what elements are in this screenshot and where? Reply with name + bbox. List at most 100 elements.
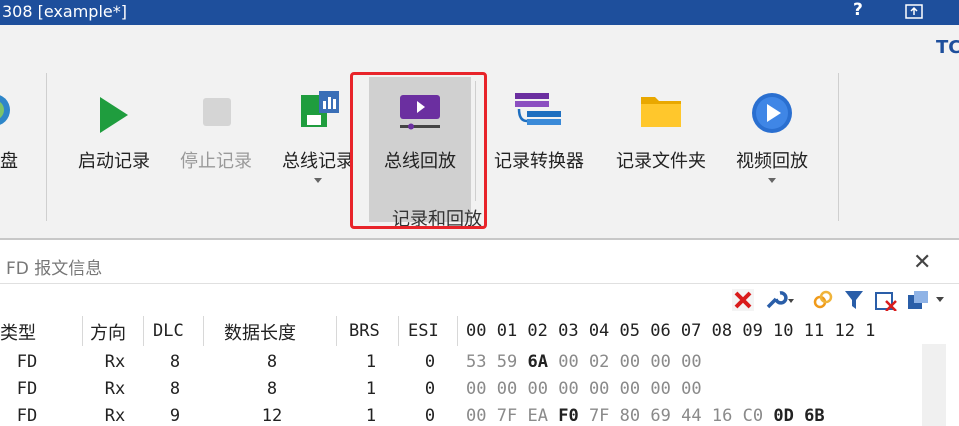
stop-record-label: 停止记录 — [180, 151, 252, 172]
record-folder-label: 记录文件夹 — [616, 151, 706, 172]
hex-byte: 00 — [558, 352, 579, 372]
cell-esi: 0 — [424, 352, 436, 372]
hex-byte: C0 — [742, 406, 764, 426]
hex-byte: 00 — [466, 379, 487, 399]
title-bar: 308 [example*] ? — [0, 0, 959, 25]
column-header-direction[interactable]: 方向 — [90, 319, 126, 345]
cell-hex-bytes: 53 59 6A 00 02 00 00 00 — [466, 352, 702, 372]
window-title: 308 [example*] — [2, 2, 127, 21]
ribbon-separator — [838, 73, 839, 221]
restore-window-icon[interactable] — [904, 2, 924, 20]
panel-title: FD 报文信息 — [6, 259, 103, 279]
hex-byte: 00 — [681, 379, 702, 399]
hex-byte: 7F — [496, 406, 518, 426]
cell-direction: Rx — [104, 379, 126, 399]
fd-message-panel: FD 报文信息 ✕ 类型 方向 DLC 数据长度 BRS ESI 00 01 0… — [0, 238, 959, 426]
cell-data-length: 8 — [266, 379, 278, 399]
cell-brs: 1 — [365, 379, 377, 399]
cell-esi: 0 — [424, 379, 436, 399]
hex-byte: 16 — [711, 406, 733, 426]
bus-log-label: 总线记录 — [282, 151, 354, 172]
hex-byte: 00 — [619, 379, 641, 399]
clear-filter-icon[interactable] — [874, 289, 898, 311]
start-record-label: 启动记录 — [78, 151, 150, 172]
hex-byte: 00 — [650, 379, 671, 399]
column-divider[interactable] — [203, 316, 204, 346]
cell-data-length: 8 — [266, 352, 278, 372]
hex-byte: 00 — [619, 352, 641, 372]
hex-byte: 02 — [588, 352, 610, 372]
help-button[interactable]: ? — [853, 0, 863, 20]
cell-brs: 1 — [365, 406, 377, 426]
column-divider[interactable] — [336, 316, 337, 346]
panel-header: FD 报文信息 ✕ — [0, 240, 959, 284]
hex-byte: 00 — [496, 379, 518, 399]
hex-byte: 44 — [681, 406, 702, 426]
column-divider[interactable] — [457, 316, 458, 346]
hex-byte: 0D — [773, 406, 794, 426]
hex-byte: EA — [527, 406, 548, 426]
clear-icon[interactable] — [732, 289, 754, 311]
column-header-esi[interactable]: ESI — [408, 321, 439, 341]
column-header-type[interactable]: 类型 — [0, 319, 36, 345]
table-row[interactable]: FD Rx 8 8 1 0 53 59 6A 00 02 00 00 00 — [0, 349, 946, 376]
cell-type: FD — [16, 406, 38, 426]
cell-direction: Rx — [104, 406, 126, 426]
hex-byte: 53 — [466, 352, 487, 372]
table-row[interactable]: FD Rx 8 8 1 0 00 00 00 00 00 00 00 00 — [0, 376, 946, 403]
cell-brs: 1 — [365, 352, 377, 372]
stop-icon — [203, 98, 231, 126]
highlight-annotation — [350, 72, 487, 229]
column-header-dlc[interactable]: DLC — [153, 321, 184, 341]
hex-byte: 6A — [527, 352, 548, 372]
video-replay-label: 视频回放 — [736, 151, 808, 172]
bus-log-dropdown-icon[interactable] — [314, 178, 322, 183]
ribbon-separator — [46, 73, 47, 221]
video-play-icon — [752, 93, 792, 133]
hex-byte: 00 — [681, 352, 702, 372]
cell-type: FD — [16, 379, 38, 399]
ribbon-corner-text: TC — [936, 37, 959, 58]
column-divider[interactable] — [398, 316, 399, 346]
table-row[interactable]: FD Rx 9 12 1 0 00 7F EA F0 7F 80 69 44 1… — [0, 403, 946, 426]
hex-byte: 69 — [650, 406, 671, 426]
hex-byte: 00 — [466, 406, 487, 426]
partial-tool-icon[interactable] — [0, 90, 14, 130]
column-divider[interactable] — [82, 316, 83, 346]
cell-hex-bytes: 00 7F EA F0 7F 80 69 44 16 C0 0D 6B — [466, 406, 825, 426]
play-icon — [100, 97, 128, 133]
ribbon: TC 盘 启动记录 停止记录 总线记录 总线回放 记录转换器 记录文件夹 视频回… — [0, 25, 959, 238]
bus-log-icon — [301, 91, 339, 127]
converter-icon — [515, 93, 561, 125]
cell-hex-bytes: 00 00 00 00 00 00 00 00 — [466, 379, 702, 399]
video-replay-dropdown-icon[interactable] — [768, 178, 776, 183]
hex-byte: 80 — [619, 406, 641, 426]
cell-esi: 0 — [424, 406, 436, 426]
hex-byte: 6B — [804, 406, 825, 426]
export-icon[interactable] — [906, 289, 946, 311]
cell-data-length: 12 — [261, 406, 283, 426]
link-icon[interactable] — [812, 289, 834, 311]
column-header-hex-bytes[interactable]: 00 01 02 03 04 05 06 07 08 09 10 11 12 1 — [466, 321, 875, 341]
column-header-brs[interactable]: BRS — [349, 321, 380, 341]
cell-direction: Rx — [104, 352, 126, 372]
column-divider[interactable] — [143, 316, 144, 346]
column-header-data-length[interactable]: 数据长度 — [224, 319, 296, 345]
cell-type: FD — [16, 352, 38, 372]
partial-tool-label[interactable]: 盘 — [0, 147, 18, 173]
settings-wrench-icon[interactable] — [764, 289, 796, 311]
hex-byte: 59 — [496, 352, 518, 372]
hex-byte: 7F — [588, 406, 610, 426]
cell-dlc: 9 — [169, 406, 181, 426]
hex-byte: F0 — [558, 406, 579, 426]
vertical-scrollbar[interactable] — [922, 344, 946, 426]
record-converter-label: 记录转换器 — [494, 151, 584, 172]
hex-byte: 00 — [650, 352, 671, 372]
hex-byte: 00 — [588, 379, 610, 399]
folder-icon — [641, 97, 681, 127]
hex-byte: 00 — [527, 379, 548, 399]
panel-close-button[interactable]: ✕ — [913, 250, 931, 275]
hex-byte: 00 — [558, 379, 579, 399]
cell-dlc: 8 — [169, 379, 181, 399]
filter-icon[interactable] — [843, 289, 865, 311]
